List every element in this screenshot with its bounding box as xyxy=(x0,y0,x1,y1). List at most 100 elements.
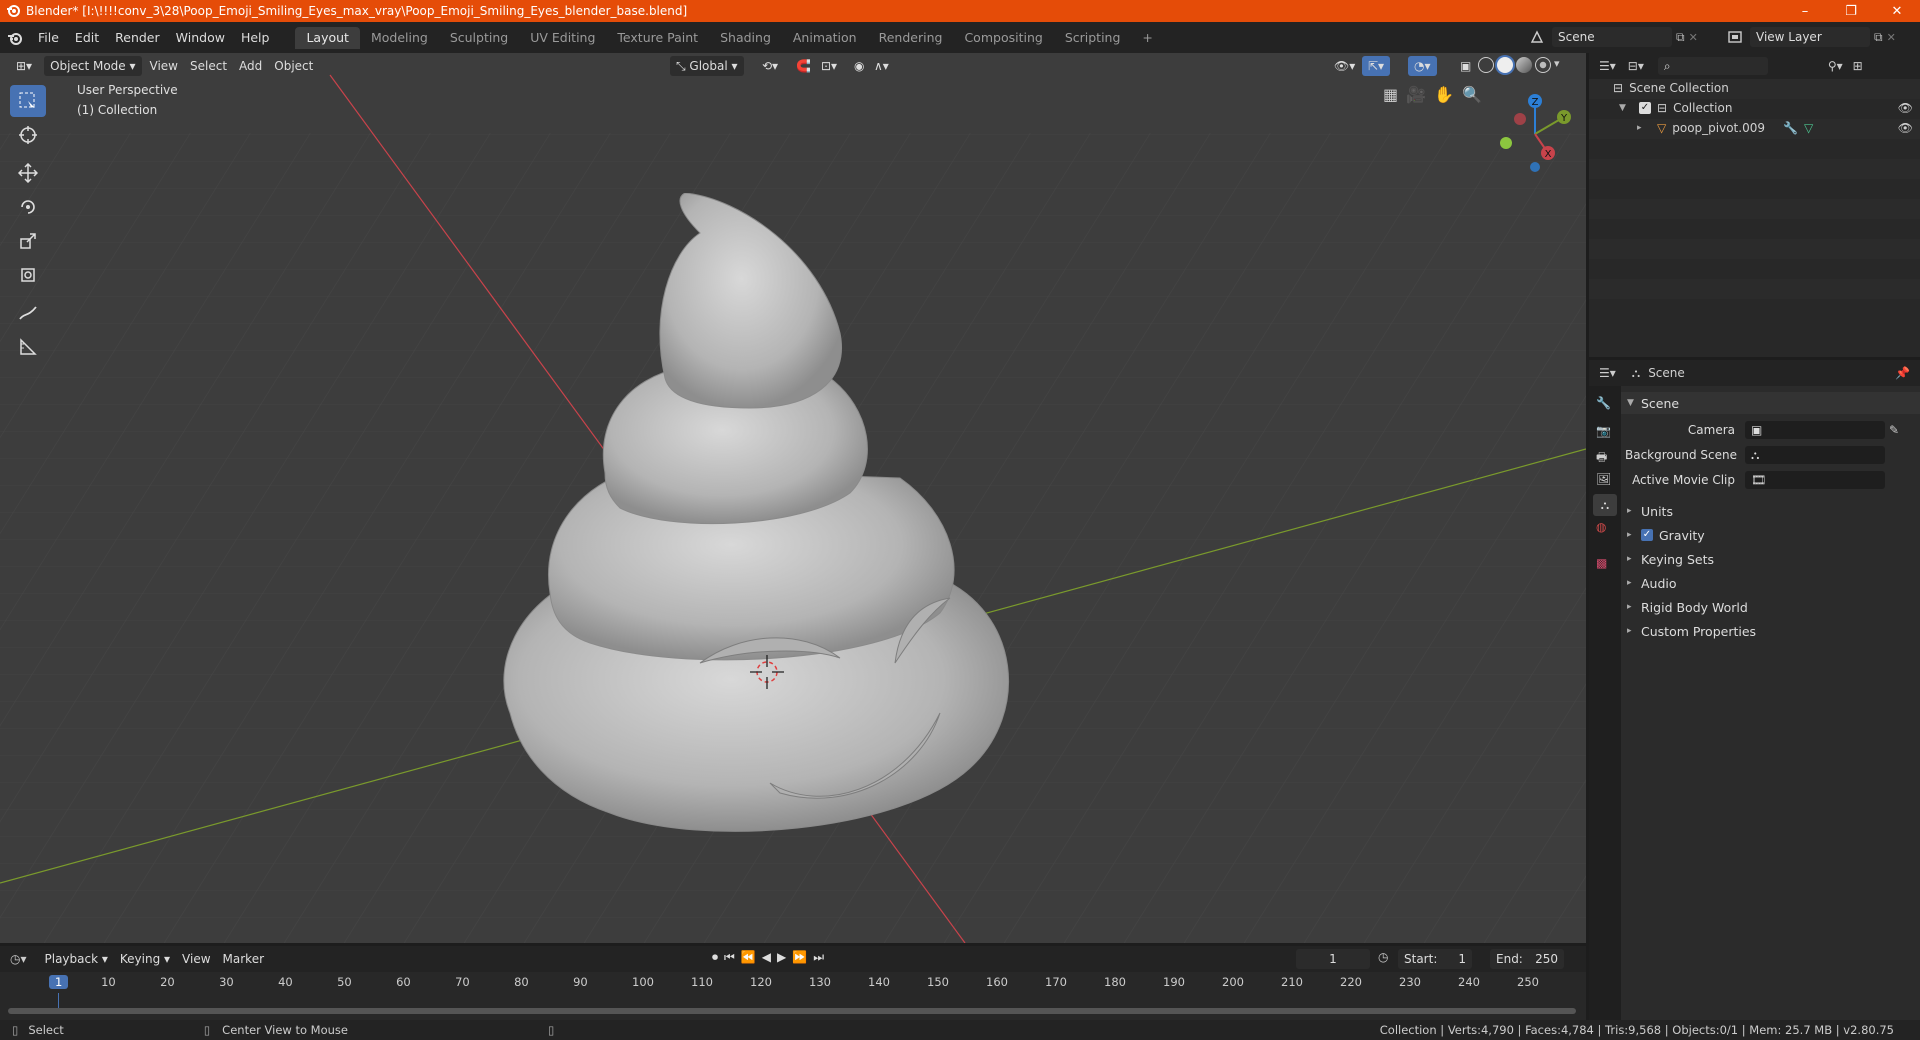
snap-target-icon[interactable]: ⊡▾ xyxy=(815,56,843,76)
scene-panel-header[interactable]: ▼ Scene xyxy=(1621,392,1920,414)
move-tool[interactable] xyxy=(10,157,46,189)
menu-add[interactable]: Add xyxy=(233,56,268,76)
audio-panel-header[interactable]: ▸ Audio xyxy=(1621,572,1920,594)
view-layer-icon[interactable] xyxy=(1724,31,1746,43)
navigation-gizmo[interactable]: Z Y X xyxy=(1490,89,1580,179)
menu-keying[interactable]: Keying ▾ xyxy=(114,949,176,969)
object-mode-dropdown[interactable]: Object Mode ▾ xyxy=(44,56,142,76)
filter-icon[interactable]: ⚲▾ xyxy=(1828,59,1843,73)
eyedropper-icon[interactable]: ✎ xyxy=(1889,423,1899,437)
view-layer-tab-icon[interactable]: 🖼 xyxy=(1596,472,1611,486)
gizmo-toggle-icon[interactable]: ⇱▾ xyxy=(1362,56,1391,76)
measure-tool[interactable] xyxy=(10,331,46,363)
properties-editor-icon[interactable]: ☰▾ xyxy=(1599,366,1616,380)
menu-edit[interactable]: Edit xyxy=(67,27,107,49)
material-shading-icon[interactable] xyxy=(1516,57,1532,73)
outliner-collection-row[interactable]: ▼ ✓ ⊟ Collection 👁 xyxy=(1619,101,1919,115)
pivot-icon[interactable]: ⟲▾ xyxy=(756,56,784,76)
play-icon[interactable]: ▶ xyxy=(777,950,786,965)
outliner-search-input[interactable]: ⌕ xyxy=(1657,57,1768,75)
output-tab-icon[interactable]: 🖶 xyxy=(1596,448,1607,469)
gravity-checkbox[interactable]: ✓ xyxy=(1641,529,1653,541)
3d-cursor-icon[interactable] xyxy=(748,653,786,691)
new-view-layer-icon[interactable]: ⧉ xyxy=(1874,30,1883,45)
falloff-icon[interactable]: ∧▾ xyxy=(868,56,895,76)
menu-object[interactable]: Object xyxy=(268,56,319,76)
overlays-toggle-icon[interactable]: ◔▾ xyxy=(1408,56,1437,76)
custom-properties-panel-header[interactable]: ▸ Custom Properties xyxy=(1621,620,1920,642)
keying-sets-panel-header[interactable]: ▸ Keying Sets xyxy=(1621,548,1920,570)
poop-emoji-mesh[interactable] xyxy=(500,193,1040,863)
wireframe-shading-icon[interactable] xyxy=(1478,57,1494,73)
collection-checkbox[interactable]: ✓ xyxy=(1639,102,1651,114)
remove-view-layer-icon[interactable]: ✕ xyxy=(1887,31,1896,44)
end-frame-field[interactable]: End: 250 xyxy=(1490,949,1564,969)
expand-collection-icon[interactable]: ▼ xyxy=(1619,103,1633,113)
mesh-data-icon[interactable]: ▽ xyxy=(1804,121,1813,135)
scale-tool[interactable] xyxy=(10,225,46,257)
timeline-editor-icon[interactable]: ◷▾ xyxy=(10,952,27,966)
menu-marker[interactable]: Marker xyxy=(217,949,270,969)
3d-viewport[interactable]: ⊞▾ Object Mode ▾ View Select Add Object … xyxy=(0,53,1586,943)
solid-shading-icon[interactable] xyxy=(1497,57,1513,73)
tab-scripting[interactable]: Scripting xyxy=(1054,27,1132,49)
prev-keyframe-icon[interactable]: ⏪ xyxy=(741,950,756,965)
play-reverse-icon[interactable]: ◀ xyxy=(762,950,771,965)
modifier-wrench-icon[interactable]: 🔧 xyxy=(1783,121,1798,135)
tab-rendering[interactable]: Rendering xyxy=(868,27,954,49)
camera-view-icon[interactable]: 🎥 xyxy=(1406,85,1426,104)
scene-tab-icon[interactable]: ⛬ xyxy=(1593,494,1617,516)
new-collection-icon[interactable]: ⊞ xyxy=(1853,59,1863,73)
pan-hand-icon[interactable]: ✋ xyxy=(1434,85,1454,104)
menu-help[interactable]: Help xyxy=(233,27,278,49)
render-tab-icon[interactable]: 📷 xyxy=(1596,424,1611,438)
annotate-tool[interactable] xyxy=(10,297,46,329)
new-scene-icon[interactable]: ⧉ xyxy=(1676,30,1685,45)
orientation-dropdown[interactable]: ⤡ Global ▾ xyxy=(670,56,744,76)
start-frame-field[interactable]: Start: 1 xyxy=(1398,949,1472,969)
cursor-tool[interactable] xyxy=(10,119,46,151)
frame-ruler[interactable]: 1 10 20 30 40 50 60 70 80 90 100 110 120 130 140 150 160… xyxy=(0,975,1586,993)
rotate-tool[interactable] xyxy=(10,191,46,223)
view-layer-selector[interactable]: View Layer xyxy=(1750,27,1870,47)
next-keyframe-icon[interactable]: ⏩ xyxy=(792,950,807,965)
tab-texture-paint[interactable]: Texture Paint xyxy=(606,27,709,49)
units-panel-header[interactable]: ▸ Units xyxy=(1621,500,1920,522)
shading-options-icon[interactable]: ▾ xyxy=(1554,57,1560,73)
scene-icon[interactable] xyxy=(1526,30,1548,44)
world-tab-icon[interactable]: ◍ xyxy=(1596,520,1606,534)
add-workspace-button[interactable]: + xyxy=(1131,27,1163,49)
timeline-scrollbar[interactable] xyxy=(8,1008,1576,1014)
tab-layout[interactable]: Layout xyxy=(295,26,360,49)
remove-scene-icon[interactable]: ✕ xyxy=(1689,31,1698,44)
tab-sculpting[interactable]: Sculpting xyxy=(439,27,519,49)
collection-visibility-icon[interactable]: 👁 xyxy=(1898,101,1913,115)
scene-selector[interactable]: Scene xyxy=(1552,27,1672,47)
display-mode-icon[interactable]: ⊟▾ xyxy=(1628,59,1644,73)
tool-tab-icon[interactable]: 🔧 xyxy=(1596,396,1611,410)
camera-field[interactable]: ▣ xyxy=(1745,421,1885,439)
snap-icon[interactable]: 🧲 xyxy=(790,56,817,76)
expand-object-icon[interactable]: ▸ xyxy=(1637,123,1651,133)
tab-compositing[interactable]: Compositing xyxy=(953,27,1053,49)
pin-icon[interactable]: 📌 xyxy=(1895,366,1910,380)
menu-file[interactable]: File xyxy=(30,27,67,49)
menu-view[interactable]: View xyxy=(144,56,184,76)
xray-icon[interactable]: ▣ xyxy=(1454,56,1477,76)
tab-shading[interactable]: Shading xyxy=(709,27,782,49)
maximize-button[interactable]: ❐ xyxy=(1828,0,1874,22)
menu-window[interactable]: Window xyxy=(168,27,233,49)
record-icon[interactable]: ⏺ xyxy=(712,950,718,965)
minimize-button[interactable]: – xyxy=(1782,0,1828,22)
active-movie-clip-field[interactable]: 🎞 xyxy=(1745,471,1885,489)
select-box-tool[interactable] xyxy=(10,85,46,117)
zoom-icon[interactable]: 🔍 xyxy=(1462,85,1482,104)
toggle-camera-grid-icon[interactable]: ▦ xyxy=(1383,85,1398,104)
tab-animation[interactable]: Animation xyxy=(782,27,868,49)
outliner-editor-icon[interactable]: ☰▾ xyxy=(1599,59,1616,73)
rigid-body-world-panel-header[interactable]: ▸ Rigid Body World xyxy=(1621,596,1920,618)
rendered-shading-icon[interactable] xyxy=(1535,57,1551,73)
close-button[interactable]: ✕ xyxy=(1874,0,1920,22)
clock-icon[interactable]: ◷ xyxy=(1378,950,1388,964)
current-frame-field[interactable]: 1 xyxy=(1296,949,1370,969)
